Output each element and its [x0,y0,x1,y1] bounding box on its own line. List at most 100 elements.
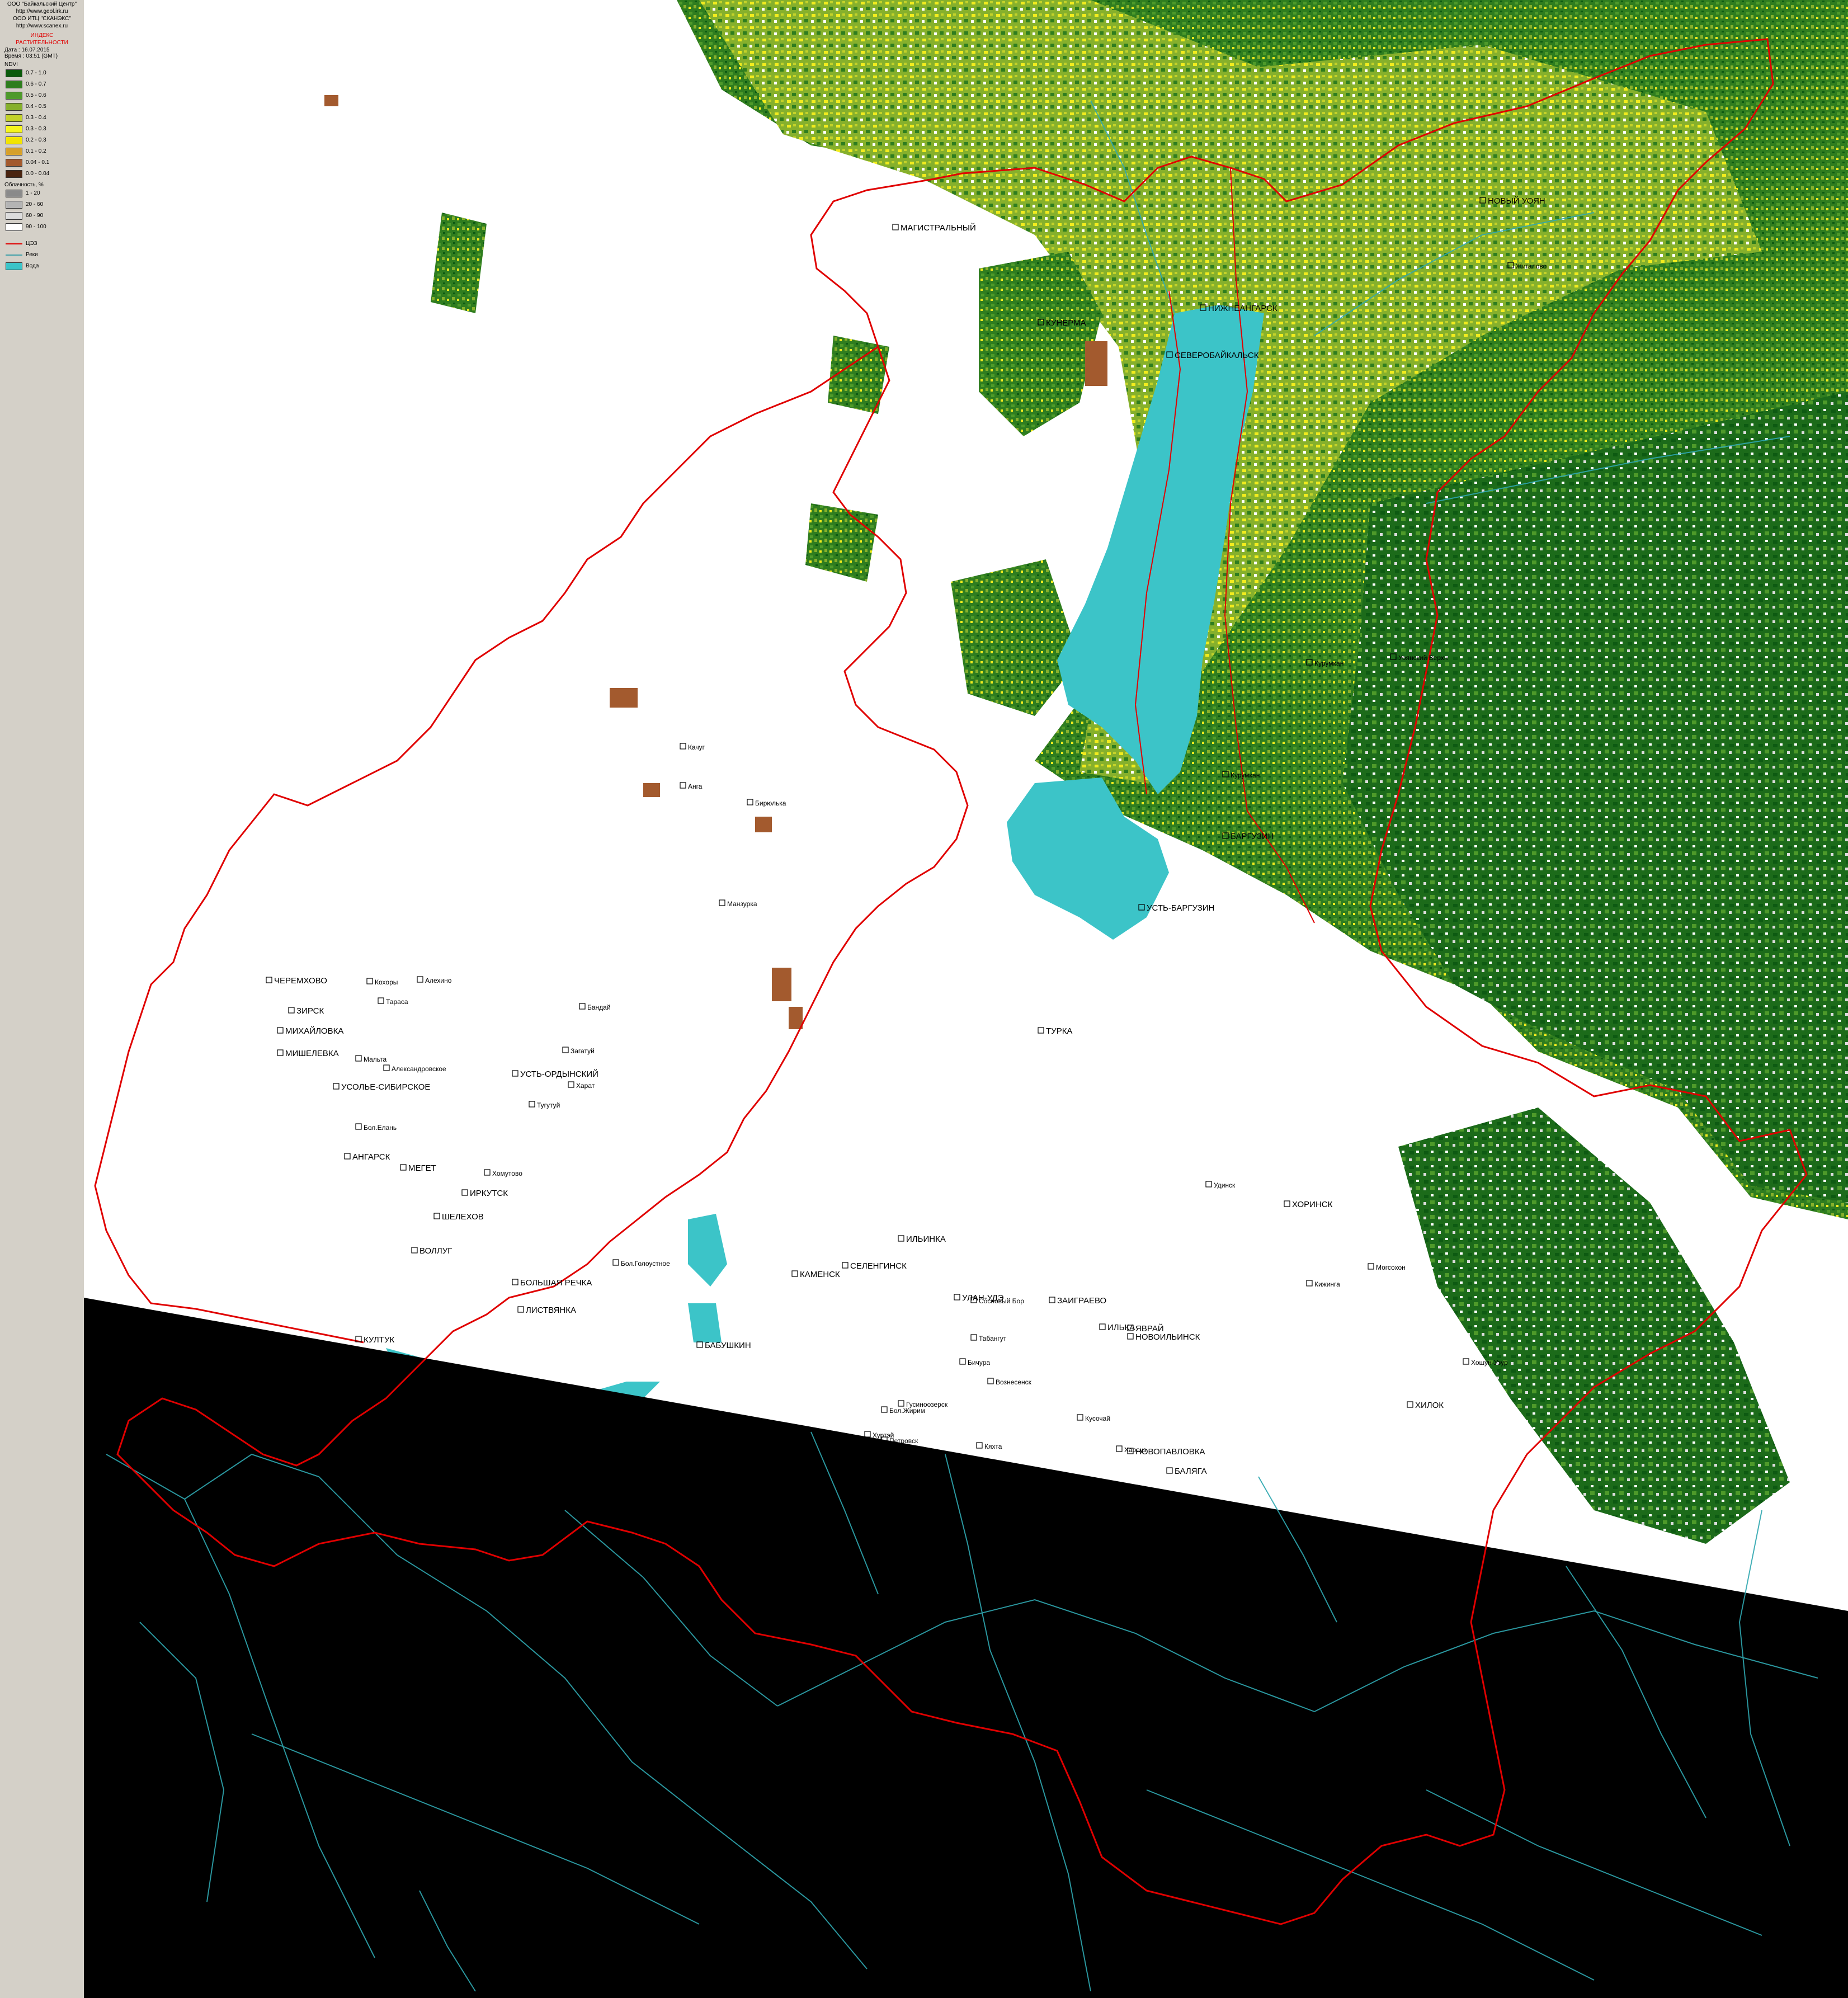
place-label: МЕГЕТ [408,1163,436,1173]
legend-cloud-title: Облачность, % [4,182,44,188]
line-class-list: ЦЭЗ Реки [0,238,84,261]
place-label: ИРКУТСК [470,1189,508,1198]
place-label: Загатуй [571,1047,595,1055]
legend-panel: ООО "Байкальский Центр" http://www.geol.… [0,0,84,1998]
ndvi-class-label: 0.4 - 0.5 [26,103,46,110]
cloud-class-swatch [6,223,22,231]
legend-time: Время : 03:51 (GMT) [4,53,58,59]
place-label: Удинск [1214,1181,1236,1189]
place-label: КАМЕНСК [800,1270,840,1279]
place-label: ЛИСТВЯНКА [526,1306,576,1315]
place-label: Бичура [968,1359,990,1366]
cloud-class-row: 20 - 60 [0,199,84,210]
line-class-swatch [6,255,22,256]
line-class-swatch [6,243,22,244]
place-label: ЗАИГРАЕВО [1057,1296,1106,1306]
cloud-class-label: 20 - 60 [26,201,44,208]
ndvi-class-label: 0.3 - 0.4 [26,115,46,121]
cloud-class-row: 1 - 20 [0,188,84,199]
place-label: СЛЮДЯНКА [364,1354,411,1363]
place-label: ТУРКА [1046,1026,1072,1036]
legend-site2[interactable]: http://www.scanex.ru [0,22,84,29]
place-label: Сосновый Бор [979,1297,1024,1305]
place-label: УСТЬ-БАРГУЗИН [1147,903,1214,913]
ndvi-class-label: 0.6 - 0.7 [26,81,46,87]
place-label: Алехино [425,977,452,984]
ndvi-class-label: 0.0 - 0.04 [26,171,50,177]
ndvi-class-row: 0.5 - 0.6 [0,90,84,101]
ndvi-class-row: 0.7 - 1.0 [0,68,84,79]
place-label: Бол.Жирим [889,1407,925,1415]
ndvi-class-row: 0.04 - 0.1 [0,157,84,168]
ndvi-class-label: 0.7 - 1.0 [26,70,46,76]
cloud-class-list: 1 - 20 20 - 60 60 - 90 90 - 100 [0,188,84,233]
ndvi-class-row: 0.1 - 0.2 [0,146,84,157]
place-label: Анга [688,783,703,790]
legend-org: ООО "Байкальский Центр" [7,1,77,7]
place-label: Бол.Елань [364,1124,397,1132]
cloud-class-row: 60 - 90 [0,210,84,222]
legend-title-1: ИНДЕКС [30,32,54,39]
legend-org2: ООО ИТЦ "СКАНЭКС" [13,16,71,22]
place-label: Курумкан [1314,659,1343,667]
place-label: Жигалово [1516,262,1547,270]
place-label: Кусочай [1085,1415,1110,1422]
place-label: Курумкан [1231,771,1260,779]
legend-date: Дата : 16.07.2015 [4,47,50,53]
ndvi-class-row: 0.4 - 0.5 [0,101,84,112]
ndvi-class-label: 0.3 - 0.3 [26,126,46,132]
ndvi-class-swatch [6,114,22,122]
ndvi-class-label: 0.04 - 0.1 [26,159,50,166]
place-label: ИЛЬКА [1107,1323,1135,1332]
place-label: Хомутово [492,1170,522,1177]
place-label: ЧЕРЕМХОВО [274,976,327,986]
ndvi-class-swatch [6,92,22,100]
cloud-class-row: 90 - 100 [0,222,84,233]
cloud-class-swatch [6,190,22,197]
ndvi-map[interactable]: МАГИСТРАЛЬНЫЙ КУНЕРМА НИЖНЕАНГАРСК СЕВЕРОБА… [84,0,1848,1998]
place-label: БОЛЬШАЯ РЕЧКА [520,1278,592,1288]
place-label: Могсохон [1376,1264,1406,1271]
place-label: Харат [576,1082,595,1090]
place-label: Тараса [386,998,408,1006]
water-legend-row: Вода [0,261,84,272]
place-label: ШЕЛЕХОВ [442,1212,484,1222]
place-label: МИХАЙЛОВКА [285,1026,343,1036]
place-label: БАРГУЗИН [1231,832,1274,841]
cloud-class-swatch [6,201,22,209]
ndvi-class-label: 0.5 - 0.6 [26,92,46,98]
place-label: Бандай [587,1003,611,1011]
place-label: НОВОПАВЛОВКА [1135,1447,1205,1457]
place-label: БАЛЯГА [1175,1467,1207,1476]
place-label: ХОРИНСК [1292,1200,1333,1209]
ndvi-class-swatch [6,103,22,111]
line-class-row: ЦЭЗ [0,238,84,249]
place-label: Табангут [979,1335,1007,1342]
place-label: СЕВЕРОБАЙКАЛЬСК [1175,350,1259,360]
place-label: НИЖНЕАНГАРСК [1208,304,1277,313]
place-label: Бирюлька [755,799,786,807]
place-label: Вознесенск [996,1378,1032,1386]
water-swatch [6,262,22,270]
place-label: ВОЛЛУГ [419,1246,452,1256]
place-label: КУНЕРМА [1046,318,1086,328]
place-label: Уоянский Верхн [1398,654,1448,662]
ndvi-class-label: 0.2 - 0.3 [26,137,46,143]
cloud-class-label: 90 - 100 [26,224,46,230]
ndvi-class-swatch [6,125,22,133]
place-label: НОВОИЛЬИНСК [1135,1332,1200,1342]
line-class-label: Реки [26,252,38,258]
cloud-class-swatch [6,212,22,220]
ndvi-class-label: 0.1 - 0.2 [26,148,46,154]
place-label: УСОЛЬЕ-СИБИРСКОЕ [341,1082,430,1092]
place-label: БАБУШКИН [705,1341,751,1350]
legend-site1[interactable]: http://www.geol.irk.ru [0,7,84,15]
place-label: Тугутуй [537,1101,560,1109]
legend-title-2: РАСТИТЕЛЬНОСТИ [16,40,68,46]
place-label: НОВЫЙ УОЯН [1488,196,1545,206]
water-legend-label: Вода [26,263,39,269]
ndvi-class-row: 0.2 - 0.3 [0,135,84,146]
place-label: МИШЕЛЕВКА [285,1049,339,1058]
place-label: Кижинга [1314,1280,1340,1288]
place-label: Хуртэй [873,1431,894,1439]
